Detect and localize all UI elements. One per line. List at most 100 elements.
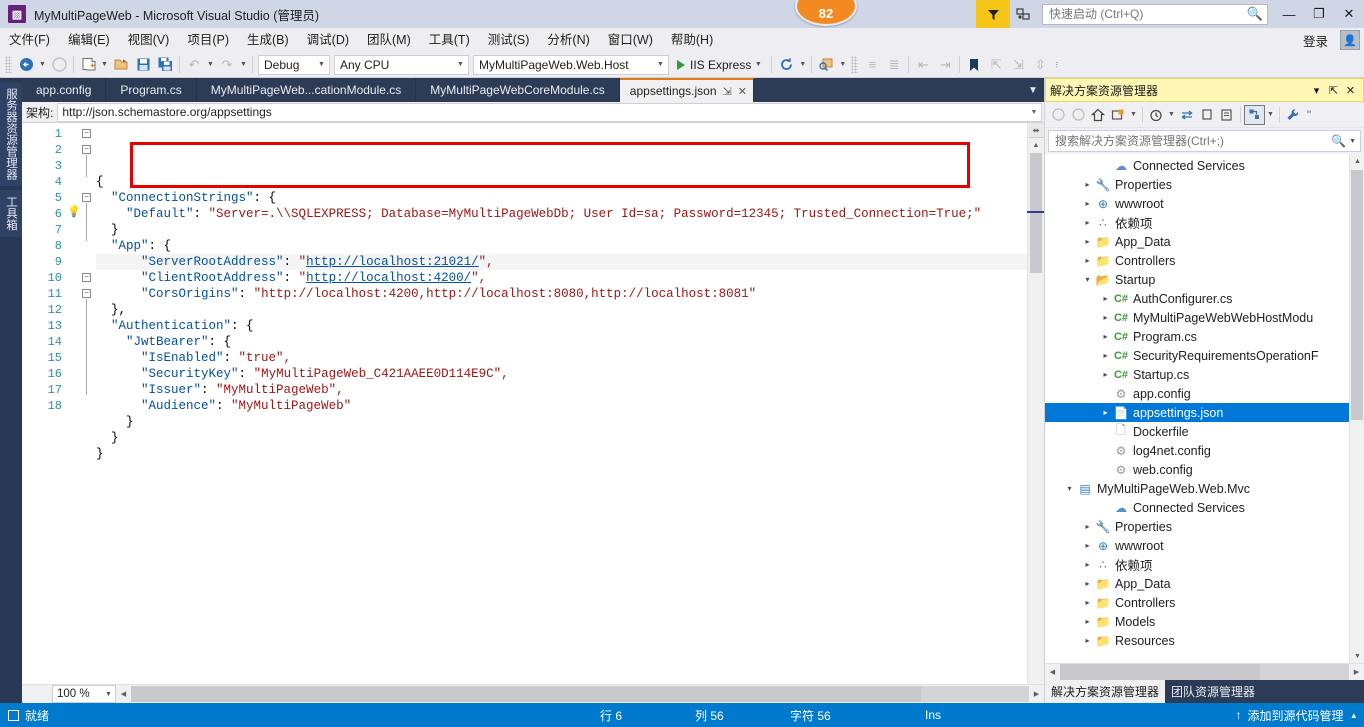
scroll-down-icon[interactable]: ▼ xyxy=(1350,649,1364,663)
find-in-files-icon[interactable] xyxy=(815,54,837,76)
code-line[interactable]: } xyxy=(96,430,1027,446)
undo-icon[interactable]: ↶ xyxy=(183,54,205,76)
chevron-down-icon[interactable]: ▼ xyxy=(751,61,765,68)
tree-item[interactable]: ▾ 📂 Startup xyxy=(1045,270,1364,289)
tree-item[interactable]: ▸ 📁 Resources xyxy=(1045,631,1364,650)
menu-team[interactable]: 团队(M) xyxy=(358,28,420,52)
undo-dropdown-icon[interactable]: ▼ xyxy=(205,54,216,76)
se-pending-dropdown-icon[interactable]: ▼ xyxy=(1166,104,1177,126)
se-back-icon[interactable] xyxy=(1048,104,1068,126)
code-line[interactable]: "ClientRootAddress": "http://localhost:4… xyxy=(96,270,1027,286)
se-vertical-scrollbar[interactable]: ▲ ▼ xyxy=(1349,154,1364,663)
scroll-up-icon[interactable]: ▲ xyxy=(1029,138,1044,152)
fold-toggle-line-11[interactable]: − xyxy=(82,289,91,298)
tree-item[interactable]: ▸ ∴ 依赖项 xyxy=(1045,555,1364,574)
save-icon[interactable] xyxy=(132,54,154,76)
se-toolbar-overflow-icon[interactable]: " xyxy=(1303,104,1315,126)
document-tab-appsettings-json[interactable]: appsettings.json ⇲ ✕ xyxy=(619,78,754,102)
code-line[interactable]: { xyxy=(96,174,1027,190)
maximize-button[interactable]: ❐ xyxy=(1304,0,1334,28)
toolbar-grip-2[interactable] xyxy=(851,56,859,73)
code-line[interactable]: "Issuer": "MyMultiPageWeb", xyxy=(96,382,1027,398)
collapse-arrow-icon[interactable]: ▸ xyxy=(1081,218,1094,227)
collapse-arrow-icon[interactable]: ▸ xyxy=(1081,237,1094,246)
code-text-content[interactable]: { "ConnectionStrings": { "Default": "Ser… xyxy=(96,123,1027,684)
account-avatar-icon[interactable]: 👤 xyxy=(1340,30,1360,50)
scrollbar-thumb[interactable] xyxy=(1030,153,1042,273)
notification-badge[interactable]: 82 xyxy=(795,0,857,26)
document-tab-app-config[interactable]: app.config xyxy=(22,78,107,102)
menu-debug[interactable]: 调试(D) xyxy=(298,28,358,52)
collapse-arrow-icon[interactable]: ▸ xyxy=(1099,408,1112,417)
comment-selection-icon[interactable]: ≡ xyxy=(861,54,883,76)
solution-configuration-combo[interactable]: Debug ▼ xyxy=(258,54,330,75)
code-line[interactable]: } xyxy=(96,222,1027,238)
se-view-dropdown-icon[interactable]: ▼ xyxy=(1265,104,1276,126)
tree-item[interactable]: ☁ Connected Services xyxy=(1045,156,1364,175)
se-forward-icon[interactable] xyxy=(1068,104,1088,126)
collapse-arrow-icon[interactable]: ▸ xyxy=(1099,332,1112,341)
find-dropdown-icon[interactable]: ▼ xyxy=(837,54,848,76)
fold-toggle-line-10[interactable]: − xyxy=(82,273,91,282)
code-line[interactable]: "ConnectionStrings": { xyxy=(96,190,1027,206)
new-project-dropdown-icon[interactable]: ▼ xyxy=(99,54,110,76)
tree-item[interactable]: ▸ 📁 App_Data xyxy=(1045,232,1364,251)
menu-build[interactable]: 生成(B) xyxy=(238,28,298,52)
pin-tab-icon[interactable]: ⇲ xyxy=(723,85,732,98)
fold-toggle-line-1[interactable]: − xyxy=(82,129,91,138)
tree-item[interactable]: ▸ 🔧 Properties xyxy=(1045,175,1364,194)
tab-team-explorer[interactable]: 团队资源管理器 xyxy=(1165,680,1261,703)
se-hscrollbar-thumb[interactable] xyxy=(1060,664,1260,680)
tree-item[interactable]: ▸ 📁 App_Data xyxy=(1045,574,1364,593)
tab-solution-explorer[interactable]: 解决方案资源管理器 xyxy=(1045,680,1166,703)
decrease-indent-icon[interactable]: ⇤ xyxy=(912,54,934,76)
tree-item[interactable]: 🗋 Dockerfile xyxy=(1045,422,1364,441)
increase-indent-icon[interactable]: ⇥ xyxy=(934,54,956,76)
refresh-dropdown-icon[interactable]: ▼ xyxy=(797,54,808,76)
menu-project[interactable]: 项目(P) xyxy=(178,28,238,52)
code-line[interactable]: "IsEnabled": "true", xyxy=(96,350,1027,366)
menu-tools[interactable]: 工具(T) xyxy=(420,28,479,52)
sidebar-tab-server-explorer[interactable]: 服务器资源管理器 xyxy=(0,82,22,186)
se-new-folder-icon[interactable] xyxy=(1108,104,1128,126)
menu-file[interactable]: 文件(F) xyxy=(0,28,59,52)
document-tab-program-cs[interactable]: Program.cs xyxy=(106,78,197,102)
tree-item[interactable]: ▸ C# Program.cs xyxy=(1045,327,1364,346)
editor-vertical-scrollbar[interactable]: ⇹ ▲ xyxy=(1027,123,1044,684)
schema-combo[interactable]: http://json.schemastore.org/appsettings … xyxy=(57,102,1042,122)
previous-bookmark-icon[interactable]: ⇱ xyxy=(985,54,1007,76)
tree-item[interactable]: ▾ ▤ MyMultiPageWeb.Web.Mvc xyxy=(1045,479,1364,498)
toolbar-grip[interactable] xyxy=(5,56,12,73)
glyph-margin[interactable]: 💡 xyxy=(66,123,81,684)
sign-in-link[interactable]: 登录 xyxy=(1303,31,1328,50)
document-tab-core-module[interactable]: MyMultiPageWebCoreModule.cs xyxy=(416,78,620,102)
uncomment-selection-icon[interactable]: ≣ xyxy=(883,54,905,76)
minimize-button[interactable]: — xyxy=(1274,0,1304,28)
collapse-arrow-icon[interactable]: ▸ xyxy=(1081,617,1094,626)
solution-explorer-tree[interactable]: ▲ ▼ ☁ Connected Services ▸ 🔧 Properties ▸ ⊕ www… xyxy=(1045,154,1364,663)
scroll-left-icon[interactable]: ◀ xyxy=(1045,664,1060,680)
se-collapse-all-icon[interactable] xyxy=(1217,104,1237,126)
collapse-arrow-icon[interactable]: ▸ xyxy=(1081,522,1094,531)
collapse-arrow-icon[interactable]: ▸ xyxy=(1081,541,1094,550)
clear-bookmarks-icon[interactable]: ⇳ xyxy=(1029,54,1051,76)
code-line[interactable]: }, xyxy=(96,302,1027,318)
collapse-arrow-icon[interactable]: ▸ xyxy=(1081,579,1094,588)
navigate-forward-icon[interactable] xyxy=(48,54,70,76)
tree-item[interactable]: ▸ 🔧 Properties xyxy=(1045,517,1364,536)
next-bookmark-icon[interactable]: ⇲ xyxy=(1007,54,1029,76)
redo-icon[interactable]: ↷ xyxy=(216,54,238,76)
scroll-left-icon[interactable]: ◀ xyxy=(116,686,131,702)
new-project-icon[interactable] xyxy=(77,54,99,76)
expand-arrow-icon[interactable]: ▾ xyxy=(1063,484,1076,493)
outlining-margin[interactable]: − − − − − xyxy=(80,123,96,684)
tree-item[interactable]: ▸ C# Startup.cs xyxy=(1045,365,1364,384)
start-debugging-button[interactable]: IIS Express ▼ xyxy=(671,54,768,76)
scroll-up-icon[interactable]: ▲ xyxy=(1350,154,1364,168)
solution-platform-combo[interactable]: Any CPU ▼ xyxy=(334,54,469,75)
toolbar-overflow-icon[interactable]: ⋮ xyxy=(1051,54,1062,76)
solution-explorer-search-input[interactable] xyxy=(1053,133,1332,149)
menu-analyze[interactable]: 分析(N) xyxy=(538,28,598,52)
se-scrollbar-thumb[interactable] xyxy=(1351,170,1363,420)
menu-help[interactable]: 帮助(H) xyxy=(662,28,722,52)
